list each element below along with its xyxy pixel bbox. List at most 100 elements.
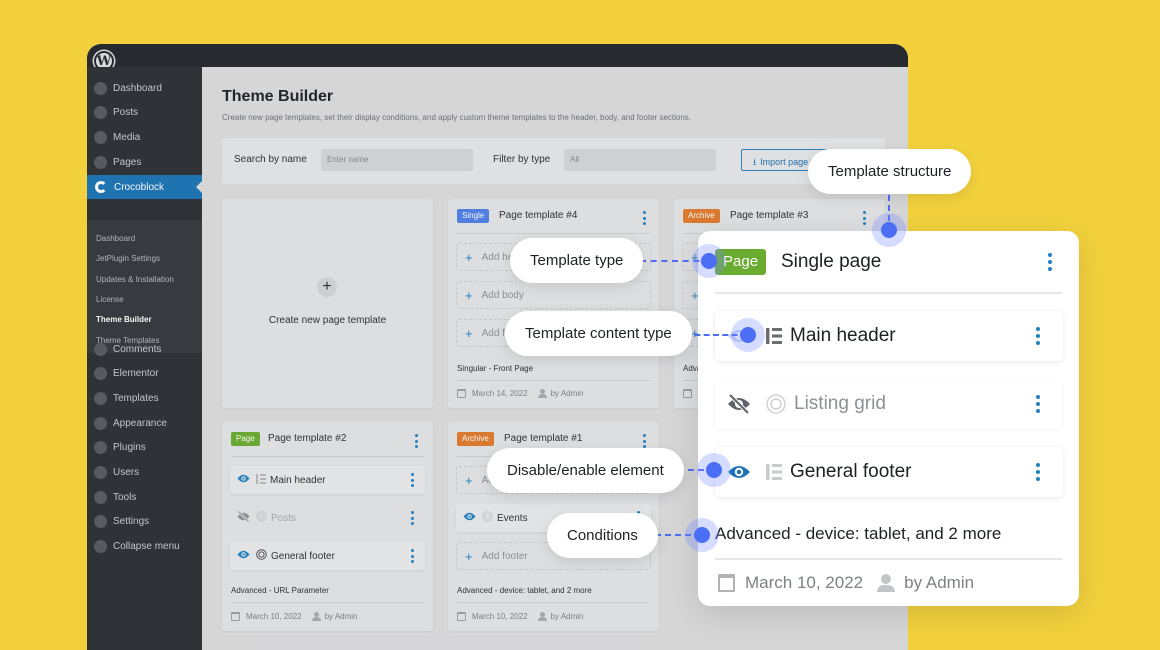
header-slot: Main header <box>715 311 1063 361</box>
page-title: Theme Builder <box>222 88 334 105</box>
sidebar-item-collapse-menu[interactable]: Collapse menu <box>87 534 202 558</box>
slot-menu-icon[interactable] <box>1035 463 1041 481</box>
template-author: by Admin <box>904 573 975 592</box>
slot-label: Events <box>497 512 528 524</box>
template-type-badge: Single <box>457 209 490 223</box>
submenu-theme-builder[interactable]: Theme Builder <box>96 315 152 324</box>
eye-off-icon[interactable] <box>237 510 250 525</box>
template-conditions[interactable]: Singular - Front Page <box>457 364 533 373</box>
template-name[interactable]: Page template #2 <box>268 433 346 444</box>
more-menu-icon[interactable] <box>1047 253 1053 271</box>
sidebar-label: Appearance <box>113 417 167 429</box>
sidebar-item-elementor[interactable]: Elementor <box>87 361 202 385</box>
templates-icon <box>94 391 107 405</box>
eye-icon[interactable] <box>237 550 250 562</box>
sidebar-item-templates[interactable]: Templates <box>87 386 202 410</box>
sidebar-label: Elementor <box>113 367 159 379</box>
template-date: March 10, 2022 <box>745 573 864 592</box>
sidebar-label: Media <box>113 131 141 143</box>
crocoblock-icon <box>95 181 107 193</box>
download-icon: ⭳ <box>753 157 757 167</box>
slot-menu-icon[interactable] <box>409 511 415 525</box>
user-icon <box>311 612 321 621</box>
user-icon <box>877 574 896 592</box>
marker-dot <box>697 453 731 487</box>
sidebar-item-pages[interactable]: Pages <box>87 150 202 174</box>
sidebar-label: Pages <box>113 156 142 168</box>
sidebar-item-appearance[interactable]: Appearance <box>87 411 202 435</box>
eye-off-icon[interactable] <box>726 394 752 414</box>
template-name[interactable]: Page template #4 <box>499 210 577 221</box>
sidebar-item-dashboard[interactable]: Dashboard <box>87 76 202 100</box>
add-body-slot[interactable]: + Add body <box>456 281 651 309</box>
sidebar-item-settings[interactable]: Settings <box>87 509 202 533</box>
eye-icon[interactable] <box>463 512 476 524</box>
submenu-dashboard[interactable]: Dashboard <box>96 234 135 243</box>
sidebar-label: Collapse menu <box>113 540 180 552</box>
slot-label: Add footer <box>481 550 528 562</box>
body-slot: Listing grid <box>715 379 1063 429</box>
slot-label: Main header <box>790 325 896 346</box>
sidebar-item-crocoblock[interactable]: Crocoblock <box>87 175 202 199</box>
more-menu-icon[interactable] <box>641 211 647 225</box>
slot-menu-icon[interactable] <box>409 549 415 563</box>
template-conditions[interactable]: Advanced - device: tablet, and 2 more <box>715 524 1001 544</box>
callout-disable-enable: Disable/enable element <box>487 448 684 493</box>
marker-dot <box>872 213 906 247</box>
divider <box>457 233 650 234</box>
more-menu-icon[interactable] <box>861 211 867 225</box>
media-icon <box>94 130 107 144</box>
sidebar-item-posts[interactable]: Posts <box>87 100 202 124</box>
plus-icon: + <box>465 548 473 564</box>
divider <box>715 292 1062 294</box>
marker-dot <box>685 518 719 552</box>
submenu-license[interactable]: License <box>96 295 124 304</box>
callout-template-type: Template type <box>510 238 644 283</box>
sidebar-item-plugins[interactable]: Plugins <box>87 435 202 459</box>
calendar-icon <box>457 612 466 621</box>
admin-bar <box>87 44 908 67</box>
sidebar-label: Templates <box>113 392 159 404</box>
sidebar-item-tools[interactable]: Tools <box>87 485 202 509</box>
sidebar-label: Plugins <box>113 441 146 453</box>
gutenberg-icon <box>256 549 267 563</box>
comments-icon <box>94 342 107 356</box>
more-menu-icon[interactable] <box>641 434 647 448</box>
template-type-badge: Archive <box>457 432 494 446</box>
dashboard-icon <box>94 81 107 95</box>
gutenberg-icon <box>766 394 786 414</box>
eye-icon[interactable] <box>237 474 250 486</box>
template-detail-card: Page Single page Main header Listing gri… <box>698 231 1079 606</box>
sidebar-item-media[interactable]: Media <box>87 125 202 149</box>
callout-conditions: Conditions <box>547 513 658 558</box>
sidebar-item-users[interactable]: Users <box>87 460 202 484</box>
plus-icon: + <box>465 287 473 303</box>
filter-type-select[interactable]: All <box>564 149 716 171</box>
divider <box>715 558 1062 560</box>
template-date: March 10, 2022 <box>472 612 528 621</box>
create-template-card[interactable]: + Create new page template <box>222 199 433 408</box>
template-type-badge: Archive <box>683 209 720 223</box>
slot-menu-icon[interactable] <box>1035 395 1041 413</box>
sidebar-item-comments[interactable]: Comments <box>87 337 202 361</box>
sidebar-label: Users <box>113 466 140 478</box>
template-title[interactable]: Single page <box>781 251 881 273</box>
more-menu-icon[interactable] <box>413 434 419 448</box>
admin-sidebar: Dashboard Posts Media Pages Crocoblock D… <box>87 67 202 650</box>
user-icon <box>537 389 547 398</box>
slot-menu-icon[interactable] <box>1035 327 1041 345</box>
template-name[interactable]: Page template #1 <box>504 433 582 444</box>
template-conditions[interactable]: Advanced - URL Parameter <box>231 586 329 595</box>
slot-label: Main header <box>270 474 326 486</box>
user-icon <box>537 612 547 621</box>
sidebar-label: Dashboard <box>113 82 162 94</box>
submenu-updates-installation[interactable]: Updates & Installation <box>96 275 174 284</box>
template-conditions[interactable]: Advanced - device: tablet, and 2 more <box>457 586 592 595</box>
template-name[interactable]: Page template #3 <box>730 210 808 221</box>
search-input[interactable]: Enter name <box>321 149 473 171</box>
submenu-jetplugin-settings[interactable]: JetPlugin Settings <box>96 254 160 263</box>
plus-icon: + <box>465 325 473 341</box>
footer-slot: General footer <box>230 542 425 570</box>
template-meta: March 10, 2022 by Admin <box>718 573 974 593</box>
slot-menu-icon[interactable] <box>409 473 415 487</box>
